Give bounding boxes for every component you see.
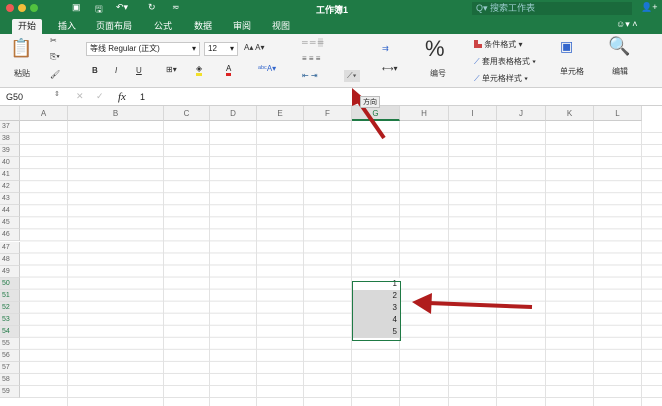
tooltip: 方向 [360, 96, 380, 108]
arrow-left [427, 301, 533, 309]
annotation-arrows [352, 88, 533, 314]
arrow-left-head [412, 293, 432, 314]
